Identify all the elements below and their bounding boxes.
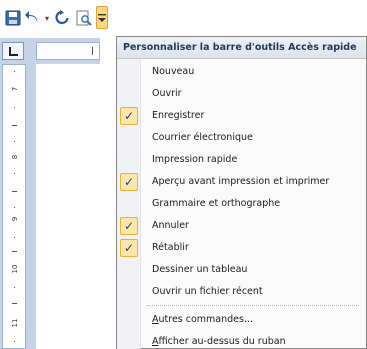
menu-item-dessiner-tableau[interactable]: Dessiner un tableau [117,259,366,281]
menu-item-enregistrer[interactable]: ✓ Enregistrer [117,105,366,127]
menu-separator [147,305,359,306]
horizontal-ruler [36,42,100,60]
menu-item-label: Aperçu avant impression et imprimer [152,176,330,187]
ruler-tick [12,125,17,126]
customize-toolbar-icon [98,13,106,22]
menu-item-label: Autres commandes... [152,314,254,325]
menu-item-label: Rétablir [152,242,189,253]
redo-icon [55,10,69,25]
menu-item-label: Nouveau [152,66,195,77]
menu-item-afficher-ruban[interactable]: Afficher au-dessus du ruban [117,331,366,349]
ruler-number: 11 [11,318,19,328]
ruler-number: 7 [11,86,19,92]
ruler-dot [14,237,15,238]
left-tab-icon [8,46,18,56]
menu-item-ouvrir[interactable]: Ouvrir [117,83,366,105]
menu-item-label: Enregistrer [152,110,205,121]
menu-item-label: Dessiner un tableau [152,264,248,275]
undo-dropdown-button[interactable]: ▾ [42,8,52,28]
menu-title: Personnaliser la barre d'outils Accès ra… [117,37,366,59]
menu-item-label: Grammaire et orthographe [152,198,281,209]
menu-item-fichier-recent[interactable]: Ouvrir un fichier récent [117,281,366,303]
print-preview-button[interactable] [75,8,93,28]
ruler-number: 9 [11,216,19,222]
menu-item-label: Impression rapide [152,154,238,165]
ruler-tick [12,251,17,252]
ruler-marker [92,47,93,55]
menu-item-label: Ouvrir un fichier récent [152,286,263,297]
ruler-dot [14,207,15,208]
ruler-dot [14,71,15,72]
ruler-dot [14,341,15,342]
undo-button[interactable] [25,8,41,28]
vertical-ruler: 7 8 9 10 11 [2,64,26,349]
ruler-number: 8 [11,154,19,160]
save-icon [5,10,21,26]
checkmark-icon: ✓ [120,107,138,125]
menu-item-apercu-impression[interactable]: ✓ Aperçu avant impression et imprimer [117,171,366,193]
menu-item-retablir[interactable]: ✓ Rétablir [117,237,366,259]
checkmark-icon: ✓ [120,173,138,191]
ruler-dot [14,173,15,174]
menu-item-courrier-electronique[interactable]: Courrier électronique [117,127,366,149]
checkmark-icon: ✓ [120,239,138,257]
document-area: 7 8 9 10 11 [0,38,100,349]
ruler-dot [14,287,15,288]
menu-item-grammaire-orthographe[interactable]: Grammaire et orthographe [117,193,366,215]
menu-item-nouveau[interactable]: Nouveau [117,61,366,83]
menu-item-label: Courrier électronique [152,132,253,143]
menu-item-label: Afficher au-dessus du ruban [152,336,286,347]
menu-item-label: Ouvrir [152,88,182,99]
menu-item-annuler[interactable]: ✓ Annuler [117,215,366,237]
chevron-down-icon: ▾ [44,13,49,23]
ruler-number: 10 [11,264,19,274]
customize-toolbar-button[interactable] [96,6,108,29]
checkmark-icon: ✓ [120,217,138,235]
tab-selector-button[interactable] [2,42,24,60]
document-page[interactable] [36,64,100,349]
save-button[interactable] [4,8,22,28]
menu-item-impression-rapide[interactable]: Impression rapide [117,149,366,171]
quick-access-toolbar: ▾ [0,0,367,38]
menu-item-label: Annuler [152,220,189,231]
redo-button[interactable] [54,8,70,28]
ruler-tick [12,303,17,304]
ruler-dot [14,141,15,142]
ruler-dot [14,107,15,108]
print-preview-icon [76,10,92,26]
undo-icon [25,11,38,23]
ruler-tick [12,191,17,192]
menu-item-autres-commandes[interactable]: Autres commandes... [117,309,366,331]
customize-toolbar-menu: Personnaliser la barre d'outils Accès ra… [116,36,367,349]
